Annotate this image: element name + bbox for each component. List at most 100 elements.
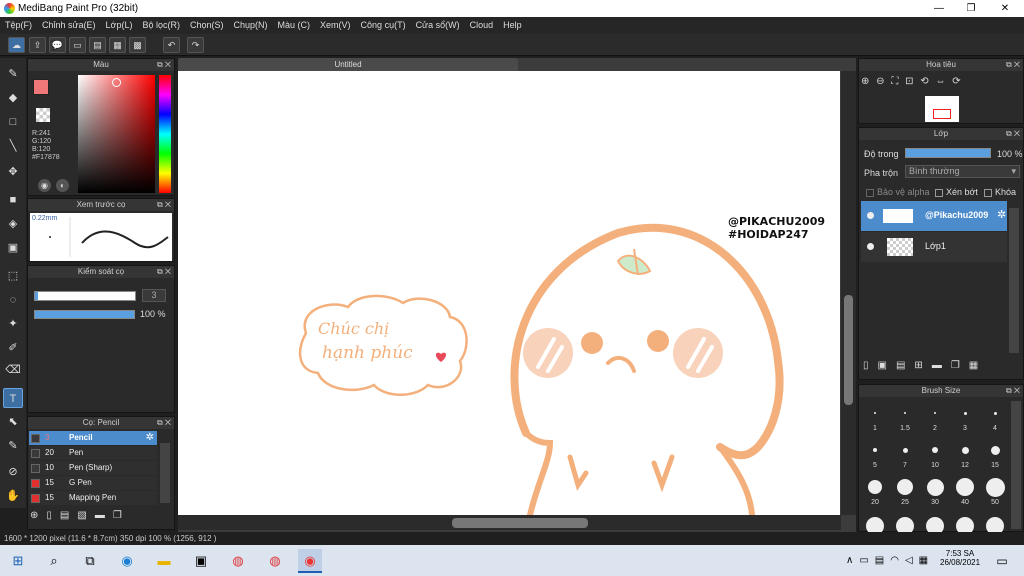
panel-controls-icon[interactable]: ⧉ ✕ [1006, 59, 1020, 71]
brush-size-dot[interactable] [873, 448, 877, 452]
duplicate-brush-icon[interactable]: ❐ [113, 510, 130, 521]
fit-icon[interactable]: ⛶ [891, 76, 898, 87]
layer-settings-icon[interactable]: ✲ [997, 208, 1006, 221]
brush-size-dot[interactable] [956, 478, 974, 496]
add-layer-menu-icon[interactable]: ⊞ [914, 360, 931, 371]
brush-list-item[interactable]: 15 Mapping Pen [29, 491, 157, 505]
new-brush-icon[interactable]: ▯ [46, 510, 60, 521]
operation-tool-icon[interactable]: ⬉ [3, 412, 23, 432]
panel-controls-icon[interactable]: ⧉ ✕ [157, 59, 171, 71]
flip-icon[interactable]: ⇔ [935, 76, 945, 87]
maximize-button[interactable]: ❐ [954, 0, 988, 17]
lasso-tool-icon[interactable]: ◌ [3, 290, 23, 310]
brush-size-dot[interactable] [961, 446, 969, 454]
duplicate-layer-icon[interactable]: ❐ [951, 360, 969, 371]
brush-size-slider[interactable] [34, 291, 136, 301]
language-icon[interactable]: ▦ [919, 555, 934, 566]
eraser-tool-icon[interactable]: ◆ [3, 88, 23, 108]
medibang-taskbar-icon[interactable]: ◉ [298, 549, 322, 573]
grid-icon[interactable]: ▩ [129, 37, 146, 53]
select-pen-tool-icon[interactable]: ✐ [3, 338, 23, 358]
brush-size-dot[interactable] [868, 480, 882, 494]
new-layer-icon[interactable]: ▯ [863, 360, 878, 371]
transparent-color-swatch[interactable] [36, 108, 50, 122]
brush-tool-icon[interactable]: ✎ [3, 64, 23, 84]
foreground-color-swatch[interactable] [33, 79, 49, 95]
notifications-icon[interactable]: ▭ [990, 549, 1014, 573]
brush-size-dot[interactable] [990, 445, 1000, 455]
blur-tool-icon[interactable]: ╲ [3, 136, 23, 156]
battery-icon[interactable]: ▭ [859, 555, 874, 566]
hand-tool-icon[interactable]: ✋ [3, 486, 23, 506]
brush-size-dot[interactable] [874, 412, 876, 414]
volume-icon[interactable]: ◁ [905, 555, 919, 566]
minimize-button[interactable]: — [922, 0, 956, 17]
brush-size-scrollbar[interactable] [1011, 401, 1021, 529]
magic-wand-tool-icon[interactable]: ✦ [3, 314, 23, 334]
task-view-icon[interactable]: ⧉ [78, 549, 102, 573]
panel-controls-icon[interactable]: ⧉ ✕ [157, 266, 171, 278]
windows-start-icon[interactable]: ⊞ [6, 549, 30, 573]
canvas-vertical-scrollbar[interactable] [841, 71, 856, 515]
menu-tools[interactable]: Công cụ(T) [356, 17, 411, 34]
layer-folder-icon[interactable]: ▬ [932, 360, 951, 371]
actual-size-icon[interactable]: ⊡ [905, 76, 913, 87]
gradient-tool-icon[interactable]: ▣ [3, 238, 23, 258]
panel-icon[interactable]: ▦ [109, 37, 126, 53]
share-icon[interactable]: ⇪ [29, 37, 46, 53]
search-icon[interactable]: ⌕ [42, 549, 66, 573]
chat-icon[interactable]: 💬 [49, 37, 66, 53]
redo-icon[interactable]: ↷ [187, 37, 204, 53]
hue-slider[interactable] [159, 75, 171, 193]
eyedropper-tool-icon[interactable]: ⊘ [3, 462, 23, 482]
network-icon[interactable]: ▤ [875, 555, 890, 566]
chevron-up-icon[interactable]: ∧ [846, 555, 859, 566]
new-layer-1bit-icon[interactable]: ▤ [896, 360, 914, 371]
divide-tool-icon[interactable]: ✎ [3, 436, 23, 456]
layer-row[interactable]: @Pikachu2009 ✲ [861, 201, 1007, 231]
blend-mode-select[interactable]: Bình thường ▾ [905, 165, 1020, 178]
brush-size-dot[interactable] [904, 412, 906, 414]
brush-size-dot[interactable] [902, 447, 908, 453]
brush-menu-icon[interactable]: ▤ [60, 510, 77, 521]
panel-controls-icon[interactable]: ⧉ ✕ [157, 199, 171, 211]
comment-icon[interactable]: ▭ [69, 37, 86, 53]
brush-size-dot[interactable] [934, 412, 936, 414]
brush-size-dot[interactable] [897, 479, 913, 495]
layer-opacity-slider[interactable] [905, 148, 991, 158]
menu-filter[interactable]: Bộ lọc(R) [137, 17, 185, 34]
brush-size-dot[interactable] [963, 411, 967, 415]
clock[interactable]: 7:53 SA 26/08/2021 [940, 549, 980, 567]
lock-checkbox[interactable]: Khóa [984, 187, 1016, 197]
document-tab[interactable]: Untitled [178, 58, 518, 71]
cloud-icon[interactable]: ☁ [8, 37, 25, 53]
menu-file[interactable]: Tệp(F) [0, 17, 37, 34]
undo-icon[interactable]: ↶ [163, 37, 180, 53]
menu-snap[interactable]: Chụp(N) [229, 17, 273, 34]
move-tool-icon[interactable]: ✥ [3, 162, 23, 182]
panel-controls-icon[interactable]: ⧉ ✕ [1006, 128, 1020, 140]
edge-browser-icon[interactable]: ◉ [115, 549, 139, 573]
brush-size-dot[interactable] [985, 477, 1005, 497]
palette-icon[interactable]: ◉ [38, 179, 51, 192]
brush-folder-icon[interactable]: ▬ [95, 510, 113, 521]
store-icon[interactable]: ▣ [189, 549, 213, 573]
clipping-checkbox[interactable]: Xén bớt [935, 187, 978, 197]
brush-size-dot[interactable] [926, 478, 944, 496]
new-layer-8bit-icon[interactable]: ▣ [878, 360, 896, 371]
brush-settings-icon[interactable]: ✲ [146, 431, 154, 445]
menu-edit[interactable]: Chỉnh sửa(E) [37, 17, 101, 34]
panel-controls-icon[interactable]: ⧉ ✕ [1006, 385, 1020, 397]
fill-rect-tool-icon[interactable]: ■ [3, 190, 23, 210]
drawing-canvas[interactable]: Chúc chị hạnh phúc @PIKACHU2009 #HOIDAP2… [178, 71, 840, 515]
brush-list-item[interactable]: 20 Pen [29, 446, 157, 460]
rotate-right-icon[interactable]: ⟳ [952, 76, 960, 87]
menu-view[interactable]: Xem(V) [315, 17, 356, 34]
saturation-value-square[interactable] [78, 75, 155, 193]
color-picker-icon[interactable]: ◐ [56, 179, 69, 192]
layer-menu-icon[interactable]: ▦ [969, 360, 987, 371]
chrome-profile-icon[interactable]: ◍ [263, 549, 287, 573]
menu-window[interactable]: Cửa sổ(W) [411, 17, 465, 34]
layer-visibility-icon[interactable] [867, 243, 874, 250]
menu-select[interactable]: Chọn(S) [185, 17, 229, 34]
